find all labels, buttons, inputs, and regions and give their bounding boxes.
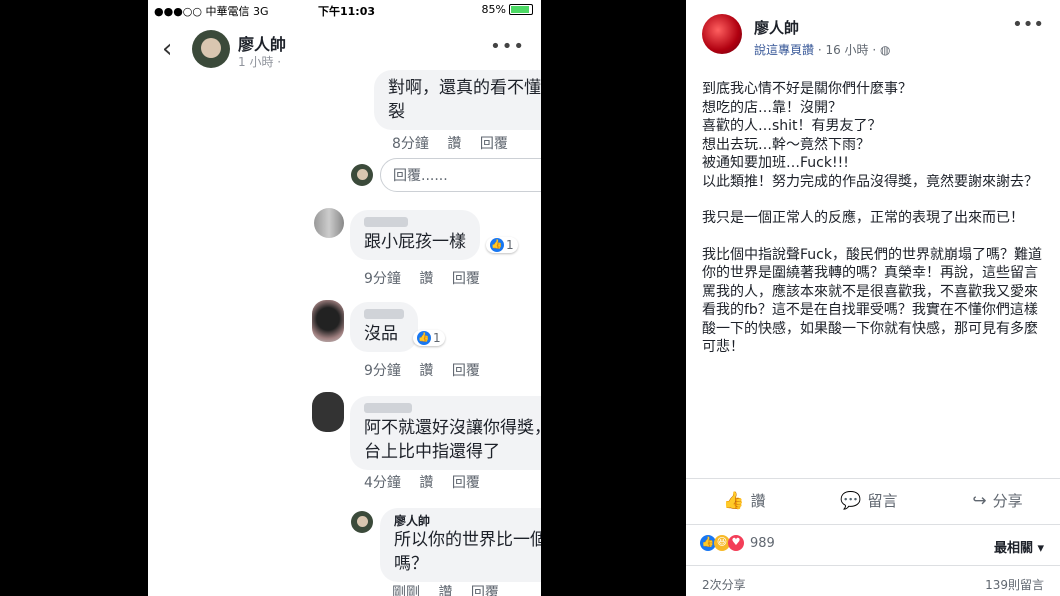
globe-icon: ◍ [880,43,891,57]
post-time: · 16 小時 · [817,43,877,57]
comment-icon: 💬 [840,491,862,511]
avatar[interactable] [314,208,344,238]
like-link[interactable]: 讚 [419,475,433,491]
comment-text: 跟小屁孩一樣 [364,232,466,252]
reaction-count[interactable]: 👍 1 [413,330,445,346]
love-reaction-icon: ♥ [728,535,744,551]
avatar[interactable] [312,392,344,432]
comment-time: 9分鐘 [364,271,401,287]
post-paragraph: 我比個中指說聲Fuck，酸民們的世界就崩塌了嗎？難道你的世界是圍繞著我轉的嗎？真… [702,246,1042,356]
post-card: 廖人帥 說這專頁讚 · 16 小時 · ◍ ••• 到底我心情不好是關你們什麼事… [686,0,1060,596]
share-icon: ↪ [972,491,987,511]
comment-time: 9分鐘 [364,363,401,379]
comment-text: 對啊，還真的看不懂，好像有點分裂 [388,78,541,122]
divider [686,478,1060,479]
reply-link[interactable]: 回覆 [452,363,480,379]
blurred-author-name [364,217,408,227]
comment-button[interactable]: 💬 留言 [840,490,897,516]
like-link[interactable]: 讚 [419,271,433,287]
blurred-author-name [364,403,412,413]
phone-screen: ●●●○○ 中華電信 3G 下午11:03 85% ‹ 廖人帥 1 小時 · •… [148,0,541,596]
comment-time: 4分鐘 [364,475,401,491]
thumbs-up-icon: 👍 [723,491,745,511]
post-body: 到底我心情不好是關你們什麼事？ 想吃的店…靠！沒開？ 喜歡的人…shit！有男友… [702,80,1046,375]
clock: 下午11:03 [318,5,376,18]
back-chevron-icon[interactable]: ‹ [162,34,172,64]
reply-link[interactable]: 回覆 [480,136,508,152]
comment-bubble: 廖人帥 所以你的世界比一個中指就會崩壞嗎？ [380,508,541,582]
battery-status: 85% [482,3,533,16]
avatar[interactable] [351,511,373,533]
like-link[interactable]: 讚 [419,363,433,379]
more-options-icon[interactable]: ••• [1012,14,1044,35]
reply-link[interactable]: 回覆 [452,271,480,287]
comment-bubble: 對啊，還真的看不懂，好像有點分裂 [374,70,541,130]
carrier-label: ●●●○○ 中華電信 3G [154,5,269,18]
reply-input[interactable]: 回覆...... [380,158,541,192]
avatar [351,164,373,186]
like-reaction-icon: 👍 [490,238,504,252]
post-meta: 說這專頁讚 · 16 小時 · ◍ [754,41,891,58]
post-actions: 👍 讚 💬 留言 ↪ 分享 [686,490,1060,516]
comment-bubble: 阿不就還好沒讓你得獎，要不然你去台上比中指還得了 [350,396,541,470]
avatar[interactable] [192,30,230,68]
post-time: 1 小時 · [238,55,282,69]
comment-count[interactable]: 139則留言 [985,576,1044,593]
divider [686,524,1060,525]
comment-actions: 剛剛 讚 回覆 [392,582,499,596]
post-author[interactable]: 廖人帥 [754,17,799,38]
comment-text: 沒品 [364,324,398,344]
battery-icon [509,4,533,15]
comment-actions: 9分鐘 讚 回覆 [364,360,480,380]
comment-text: 阿不就還好沒讓你得獎，要不然你去台上比中指還得了 [364,418,541,462]
reaction-summary[interactable]: 👍 😆 ♥ 989 [700,535,775,551]
divider [686,565,1060,566]
avatar[interactable] [312,300,344,342]
comment-author[interactable]: 廖人帥 [394,514,541,528]
reaction-count[interactable]: 👍 1 [486,237,518,253]
comment-actions: 4分鐘 讚 回覆 [364,472,480,492]
more-options-icon[interactable]: ••• [490,36,525,57]
status-bar: ●●●○○ 中華電信 3G 下午11:03 85% [148,0,541,20]
reply-link[interactable]: 回覆 [452,475,480,491]
battery-percent: 85% [481,3,506,16]
author-name[interactable]: 廖人帥 [238,31,286,55]
blurred-author-name [364,309,404,319]
comment-bubble: 跟小屁孩一樣 [350,210,480,260]
page-like-link[interactable]: 說這專頁讚 [754,43,814,57]
reaction-total: 989 [750,535,775,551]
like-link[interactable]: 讚 [438,585,452,596]
reply-link[interactable]: 回覆 [471,585,499,596]
avatar[interactable] [702,14,742,54]
like-reaction-icon: 👍 [417,331,431,345]
post-paragraph: 我只是一個正常人的反應，正常的表現了出來而已！ [702,210,1024,226]
comment-text: 所以你的世界比一個中指就會崩壞嗎？ [394,530,541,574]
comment-actions: 8分鐘 讚 回覆 [392,133,508,153]
comment-time: 8分鐘 [392,136,429,152]
share-count[interactable]: 2次分享 [702,576,746,593]
sort-dropdown[interactable]: 最相關 ▾ [994,537,1044,556]
like-link[interactable]: 讚 [447,136,461,152]
comment-time: 剛剛 [392,585,420,596]
post-paragraph: 到底我心情不好是關你們什麼事？ 想吃的店…靠！沒開？ 喜歡的人…shit！有男友… [702,81,1038,190]
comment-actions: 9分鐘 讚 回覆 [364,268,480,288]
comment-bubble: 沒品 [350,302,418,352]
share-button[interactable]: ↪ 分享 [972,490,1022,516]
like-button[interactable]: 👍 讚 [723,490,765,516]
